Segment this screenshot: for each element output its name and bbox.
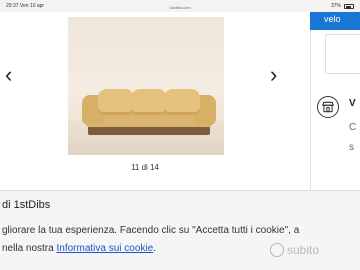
chevron-left-icon[interactable]: ‹ (5, 64, 12, 86)
sofa-cushion (164, 89, 200, 115)
side-action-button[interactable]: velo (310, 12, 360, 30)
store-line: C (349, 122, 357, 133)
cookie-banner: di 1stDibs gliorare la tua esperienza. F… (0, 190, 360, 270)
product-image[interactable] (68, 17, 224, 155)
address-bar-url[interactable]: 1stdibs.com (0, 5, 360, 10)
cookie-text-suffix: . (153, 243, 156, 254)
cookie-text-prefix: nella nostra (2, 243, 57, 254)
cookie-banner-text-line2: nella nostra Informativa sui cookie. (2, 243, 156, 254)
store-title: V (349, 98, 356, 109)
battery-percent: 37% (330, 3, 341, 9)
sofa-cushion (98, 89, 134, 115)
side-secondary-box[interactable] (325, 34, 360, 74)
cookie-banner-text: gliorare la tua esperienza. Facendo clic… (2, 225, 300, 236)
side-action-label: velo (324, 14, 341, 24)
image-counter: 11 di 14 (131, 163, 159, 172)
chevron-right-icon[interactable]: › (270, 64, 277, 86)
watermark-icon (270, 243, 284, 257)
cookie-banner-title: di 1stDibs (2, 199, 51, 211)
store-icon (317, 96, 339, 118)
watermark-text: subito (287, 243, 320, 257)
battery-icon (344, 3, 354, 9)
watermark: subito (270, 243, 319, 257)
status-bar: 20:37 Ven 10 apr 1stdibs.com 37% (0, 0, 360, 12)
status-indicators: 37% (331, 3, 354, 9)
side-panel: velo V C s (310, 12, 360, 190)
cookie-policy-link[interactable]: Informativa sui cookie (56, 243, 153, 254)
store-line: s (349, 142, 354, 153)
image-gallery: ‹ › 11 di 14 (0, 12, 310, 190)
sofa-cushion (131, 89, 167, 115)
